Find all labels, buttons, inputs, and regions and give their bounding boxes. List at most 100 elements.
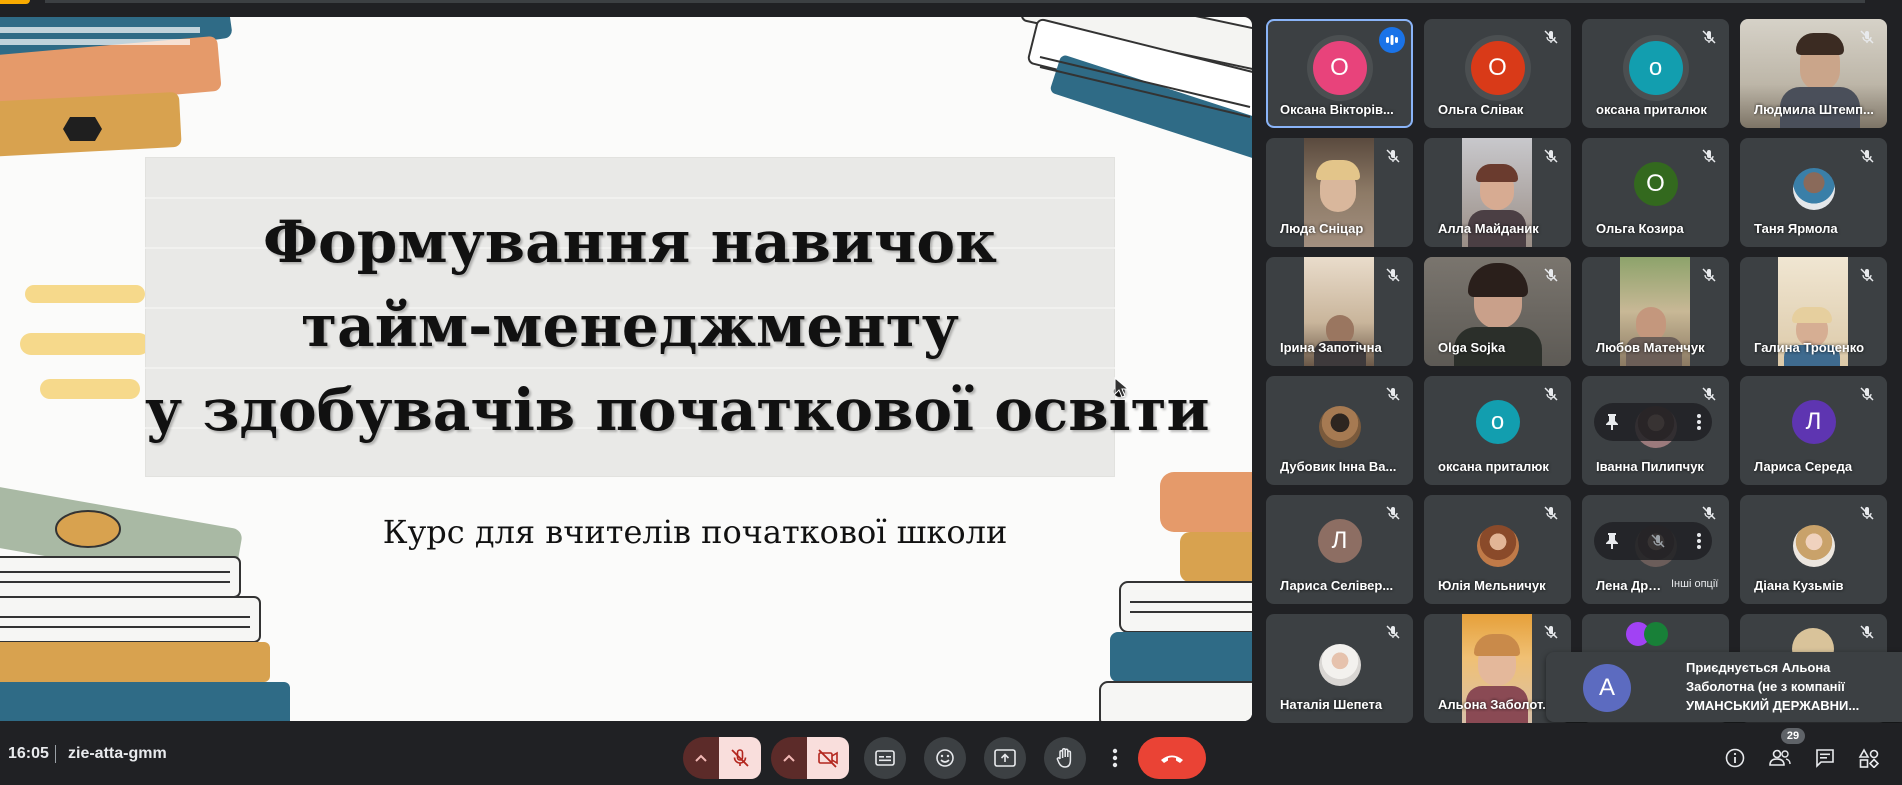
participant-tile[interactable]: Л Лариса Середа: [1740, 376, 1887, 485]
participant-tile[interactable]: Любов Матенчук: [1582, 257, 1729, 366]
mic-off-icon: [1539, 263, 1563, 287]
emoji-icon: [936, 749, 954, 767]
meeting-details-button[interactable]: [1717, 737, 1753, 779]
more-vert-icon: [1112, 748, 1118, 768]
participant-grid: О Оксана Вікторів... О Ольга Слівак о ок…: [1266, 17, 1896, 723]
avatar: [1792, 525, 1835, 567]
participant-name: оксана приталюк: [1438, 459, 1549, 474]
mic-off-icon: [1697, 263, 1721, 287]
meet-window: Формування навичок тайм-менеджменту у зд…: [0, 0, 1902, 785]
camera-off-icon: [818, 749, 838, 768]
participant-name: Юлія Мельничук: [1438, 578, 1546, 593]
mic-off-icon: [1855, 382, 1879, 406]
pin-icon[interactable]: [1604, 413, 1620, 431]
participant-tile[interactable]: Іванна Пилипчук: [1582, 376, 1729, 485]
chat-icon: [1816, 749, 1834, 768]
more-options-icon[interactable]: [1696, 532, 1702, 550]
participant-tile[interactable]: Алла Майданик: [1424, 138, 1571, 247]
mic-off-icon: [1539, 144, 1563, 168]
participant-tile[interactable]: О Ольга Слівак: [1424, 19, 1571, 128]
participant-tile[interactable]: О Оксана Вікторів...: [1266, 19, 1413, 128]
avatar: [1318, 406, 1361, 448]
mic-off-icon: [1855, 263, 1879, 287]
leave-call-button[interactable]: [1138, 737, 1206, 779]
activities-button[interactable]: [1851, 737, 1887, 779]
microphone-toggle-button[interactable]: [719, 737, 761, 779]
participant-tile[interactable]: Галина Троценко: [1740, 257, 1887, 366]
mic-off-icon: [1539, 620, 1563, 644]
avatar: [1318, 644, 1361, 686]
mic-off-icon: [1381, 501, 1405, 525]
participant-tile[interactable]: о оксана приталюк: [1582, 19, 1729, 128]
present-screen-button[interactable]: [984, 737, 1026, 779]
toast-message: Приєднується Альона Заболотна (не з комп…: [1686, 658, 1896, 715]
participant-tile[interactable]: Ірина Запотічна: [1266, 257, 1413, 366]
mic-off-icon: [1381, 620, 1405, 644]
participant-tile[interactable]: О Ольга Козира: [1582, 138, 1729, 247]
slide-title-line: тайм-менеджменту: [301, 292, 959, 360]
presentation-slide: Формування навичок тайм-менеджменту у зд…: [0, 17, 1252, 721]
mic-off-icon: [1539, 382, 1563, 406]
info-icon: [1725, 748, 1745, 768]
participant-name: Галина Троценко: [1754, 340, 1865, 355]
slide-title: Формування навичок тайм-менеджменту у зд…: [145, 200, 1210, 452]
activities-icon: [1858, 748, 1880, 768]
participant-tile[interactable]: Olga Sojka: [1424, 257, 1571, 366]
mic-off-icon: [1855, 25, 1879, 49]
chat-button[interactable]: [1807, 737, 1843, 779]
captions-button[interactable]: [864, 737, 906, 779]
participant-name: оксана приталюк: [1596, 102, 1707, 117]
chevron-up-icon: [695, 754, 707, 762]
mute-participant-icon[interactable]: [1650, 533, 1666, 549]
participant-name: Ольга Козира: [1596, 221, 1684, 236]
participant-tile[interactable]: Люда Сніцар: [1266, 138, 1413, 247]
participant-tile[interactable]: Діана Кузьмів: [1740, 495, 1887, 604]
avatar: О: [1312, 41, 1367, 95]
participant-name: Дубовик Інна Ва...: [1280, 459, 1397, 474]
mouse-cursor-icon: [1114, 377, 1130, 398]
participant-tile[interactable]: Людмила Штемп...: [1740, 19, 1887, 128]
people-button[interactable]: [1762, 737, 1798, 779]
camera-toggle-button[interactable]: [807, 737, 849, 779]
bottom-control-bar: 16:05 zie-atta-gmm 29: [0, 723, 1902, 785]
toast-line: УМАНСЬКИЙ ДЕРЖАВНИ...: [1686, 698, 1860, 713]
participant-name: Лариса Середа: [1754, 459, 1853, 474]
participant-tile[interactable]: Дубовик Інна Ва...: [1266, 376, 1413, 485]
avatar: А: [1583, 664, 1631, 712]
participant-tile[interactable]: Л Лариса Селівер...: [1266, 495, 1413, 604]
participant-tile[interactable]: Таня Ярмола: [1740, 138, 1887, 247]
participant-name: Лариса Селівер...: [1280, 578, 1394, 593]
participant-tile[interactable]: о оксана приталюк: [1424, 376, 1571, 485]
participant-tile[interactable]: Юлія Мельничук: [1424, 495, 1571, 604]
toast-line: Приєднується Альона: [1686, 660, 1831, 675]
raise-hand-button[interactable]: [1044, 737, 1086, 779]
audio-options-button[interactable]: [683, 737, 719, 779]
participant-name: Альона Заболот...: [1438, 697, 1554, 712]
more-options-tooltip: Інші опції: [1668, 577, 1722, 591]
mic-off-icon: [1855, 620, 1879, 644]
participant-joining-toast[interactable]: А Приєднується Альона Заболотна (не з ко…: [1546, 652, 1902, 722]
mic-off-icon: [1381, 382, 1405, 406]
more-options-button[interactable]: [1097, 737, 1133, 779]
pin-icon[interactable]: [1604, 532, 1620, 550]
participant-tile[interactable]: Лена Друм Інші опції: [1582, 495, 1729, 604]
tile-hover-controls: [1594, 522, 1712, 560]
raise-hand-icon: [1056, 748, 1072, 768]
participant-name: Людмила Штемп...: [1754, 102, 1874, 117]
video-options-button[interactable]: [771, 737, 807, 779]
hang-up-icon: [1161, 755, 1183, 763]
avatar: О: [1470, 41, 1525, 95]
top-divider: [45, 0, 1865, 3]
participant-name: Ірина Запотічна: [1280, 340, 1382, 355]
more-options-icon[interactable]: [1696, 413, 1702, 431]
mic-off-icon: [1697, 25, 1721, 49]
participant-name: Діана Кузьмів: [1754, 578, 1844, 593]
reactions-button[interactable]: [924, 737, 966, 779]
participant-tile[interactable]: Наталія Шепета: [1266, 614, 1413, 723]
avatar: Л: [1791, 400, 1836, 444]
divider: [55, 745, 56, 763]
participant-name: Іванна Пилипчук: [1596, 459, 1704, 474]
meeting-clock: 16:05: [8, 745, 49, 762]
slide-subtitle: Курс для вчителів початкової школи: [382, 513, 1008, 551]
top-strip: [0, 0, 1902, 17]
